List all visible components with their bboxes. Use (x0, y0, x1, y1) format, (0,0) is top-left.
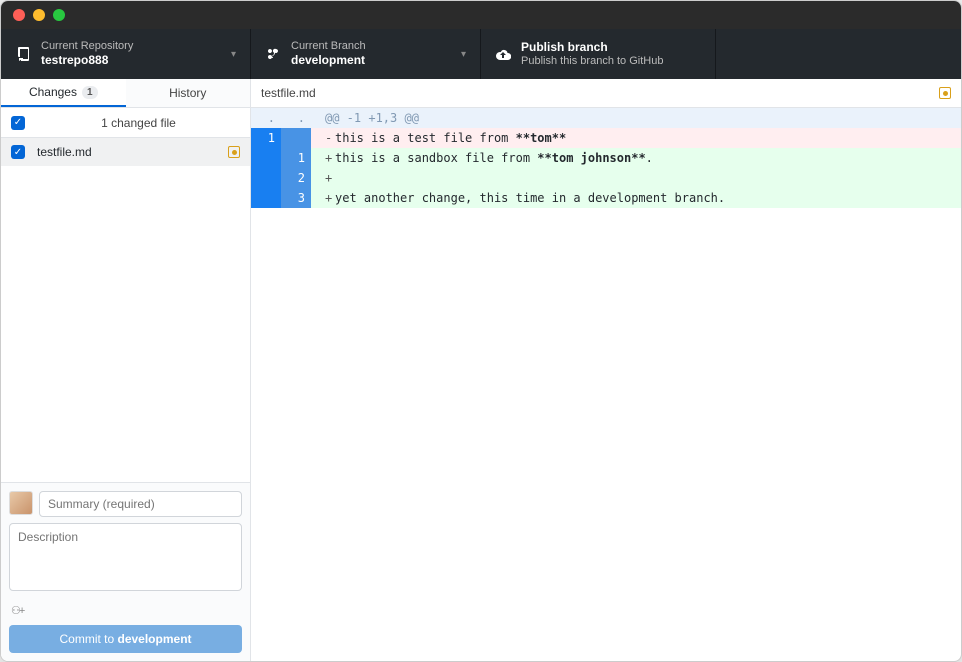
fullscreen-window-button[interactable] (53, 9, 65, 21)
diff-pane: testfile.md ..@@ -1 +1,3 @@1.-this is a … (251, 79, 961, 661)
file-checkbox[interactable]: ✓ (11, 145, 25, 159)
cloud-upload-icon (495, 46, 511, 62)
file-row[interactable]: ✓ testfile.md (1, 138, 250, 166)
diff-line[interactable]: 1.-this is a test file from **tom** (251, 128, 961, 148)
modified-icon (228, 146, 240, 158)
diff-line[interactable]: .1+this is a sandbox file from **tom joh… (251, 148, 961, 168)
chevron-down-icon: ▾ (231, 49, 236, 60)
repo-name: testrepo888 (41, 53, 231, 67)
chevron-down-icon: ▾ (461, 49, 466, 60)
publish-subtitle: Publish this branch to GitHub (521, 55, 701, 68)
repo-label: Current Repository (41, 40, 231, 53)
sidebar: Changes 1 History ✓ 1 changed file ✓ tes… (1, 79, 251, 661)
publish-branch-button[interactable]: Publish branch Publish this branch to Gi… (481, 29, 716, 79)
repo-icon (15, 46, 31, 62)
diff-body[interactable]: ..@@ -1 +1,3 @@1.-this is a test file fr… (251, 108, 961, 661)
diff-line[interactable]: .2+ (251, 168, 961, 188)
branch-label: Current Branch (291, 40, 461, 53)
app-window: Current Repository testrepo888 ▾ Current… (0, 0, 962, 662)
tab-changes[interactable]: Changes 1 (1, 79, 126, 107)
file-name-label: testfile.md (37, 145, 228, 159)
sidebar-spacer (1, 166, 250, 482)
diff-header: testfile.md (251, 79, 961, 108)
diff-line[interactable]: .3+yet another change, this time in a de… (251, 188, 961, 208)
avatar (9, 491, 33, 515)
toolbar-spacer (716, 29, 961, 79)
publish-title: Publish branch (521, 40, 701, 54)
current-repository-dropdown[interactable]: Current Repository testrepo888 ▾ (1, 29, 251, 79)
select-all-checkbox[interactable]: ✓ (11, 116, 25, 130)
changed-files-count: 1 changed file (37, 116, 240, 130)
person-add-icon: ⚇+ (11, 605, 23, 617)
commit-button-prefix: Commit to (59, 632, 117, 646)
main-toolbar: Current Repository testrepo888 ▾ Current… (1, 29, 961, 79)
commit-panel: ⚇+ Commit to development (1, 482, 250, 661)
commit-button-branch: development (118, 632, 192, 646)
add-coauthor-button[interactable]: ⚇+ (9, 602, 242, 617)
sidebar-tabs: Changes 1 History (1, 79, 250, 108)
changes-count-badge: 1 (82, 86, 98, 99)
commit-description-input[interactable] (9, 523, 242, 591)
current-branch-dropdown[interactable]: Current Branch development ▾ (251, 29, 481, 79)
tab-changes-label: Changes (29, 85, 77, 99)
minimize-window-button[interactable] (33, 9, 45, 21)
close-window-button[interactable] (13, 9, 25, 21)
tab-history[interactable]: History (126, 79, 251, 107)
diff-hunk-header: ..@@ -1 +1,3 @@ (251, 108, 961, 128)
main-body: Changes 1 History ✓ 1 changed file ✓ tes… (1, 79, 961, 661)
tab-history-label: History (169, 86, 206, 100)
commit-summary-input[interactable] (39, 491, 242, 517)
diff-filename: testfile.md (261, 86, 939, 100)
window-titlebar (1, 1, 961, 29)
branch-icon (265, 46, 281, 62)
changes-header: ✓ 1 changed file (1, 108, 250, 138)
modified-icon (939, 87, 951, 99)
branch-name: development (291, 53, 461, 67)
commit-button[interactable]: Commit to development (9, 625, 242, 653)
